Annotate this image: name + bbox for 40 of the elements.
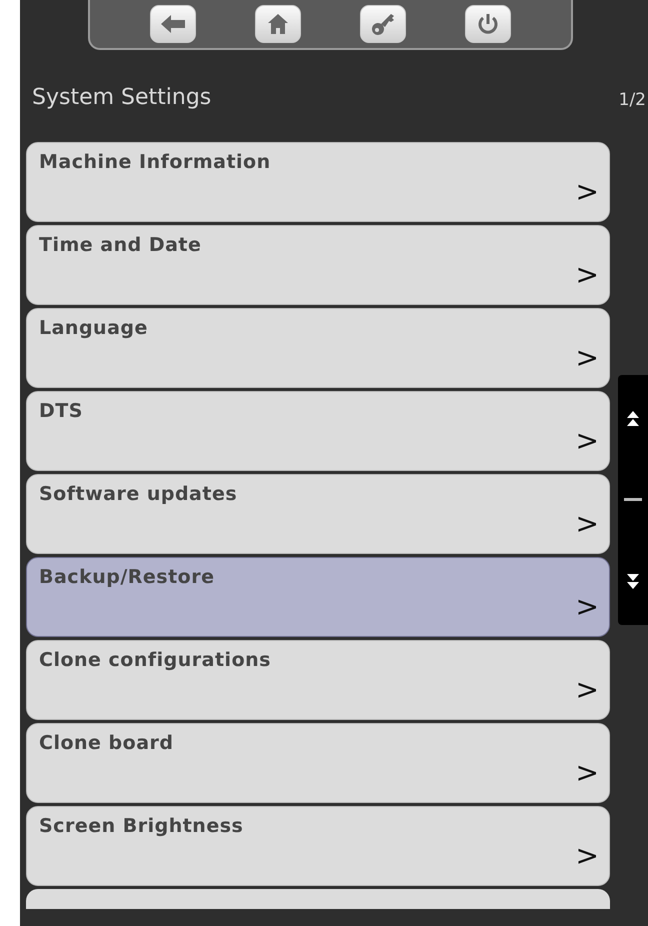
menu-item[interactable]: Screen Brightness > xyxy=(26,806,610,886)
menu-item[interactable]: Clone board > xyxy=(26,723,610,803)
power-button[interactable] xyxy=(465,5,512,43)
menu-item[interactable]: Software updates > xyxy=(26,474,610,554)
chevron: > xyxy=(576,175,599,208)
chevron: > xyxy=(576,590,599,623)
page-indicator: 1/2 xyxy=(618,90,647,110)
menu-item-label: DTS xyxy=(39,400,83,422)
chevron: > xyxy=(576,258,599,291)
scroll-down-icon[interactable] xyxy=(627,573,639,590)
menu-item[interactable]: DTS > xyxy=(26,391,610,471)
chevron: > xyxy=(576,839,599,872)
menu-item-label: Time and Date xyxy=(39,234,202,256)
chevron: > xyxy=(576,507,599,540)
scroll-up-icon[interactable] xyxy=(627,410,639,427)
key-button[interactable] xyxy=(360,5,406,43)
menu-item-label: Software updates xyxy=(39,483,238,505)
home-button[interactable] xyxy=(254,5,301,43)
menu-item[interactable]: Clone configurations > xyxy=(26,640,610,720)
chevron: > xyxy=(576,673,599,706)
menu-item[interactable]: Time and Date > xyxy=(26,225,610,305)
menu-item-label: Clone configurations xyxy=(39,649,271,671)
back-button[interactable] xyxy=(150,5,196,43)
menu-item[interactable]: Language > xyxy=(26,308,610,388)
scroll-thumb[interactable] xyxy=(624,498,642,502)
menu-item-label: Language xyxy=(39,317,148,339)
chevron: > xyxy=(576,341,599,374)
menu-item[interactable]: Backup/Restore > xyxy=(26,557,610,637)
menu-item-label: Machine Information xyxy=(39,151,271,173)
menu-item-label: Screen Brightness xyxy=(39,815,244,837)
menu-item-label: Clone board xyxy=(39,732,174,754)
chevron: > xyxy=(576,756,599,789)
menu-item[interactable]: Machine Information > xyxy=(26,142,610,222)
chevron: > xyxy=(576,424,599,457)
menu-item-label: Backup/Restore xyxy=(39,566,214,588)
power-icon xyxy=(477,13,500,35)
home-icon xyxy=(268,14,288,34)
back-arrow-icon xyxy=(160,15,185,33)
key-icon xyxy=(371,12,396,36)
screen-title: System Settings xyxy=(31,85,212,110)
